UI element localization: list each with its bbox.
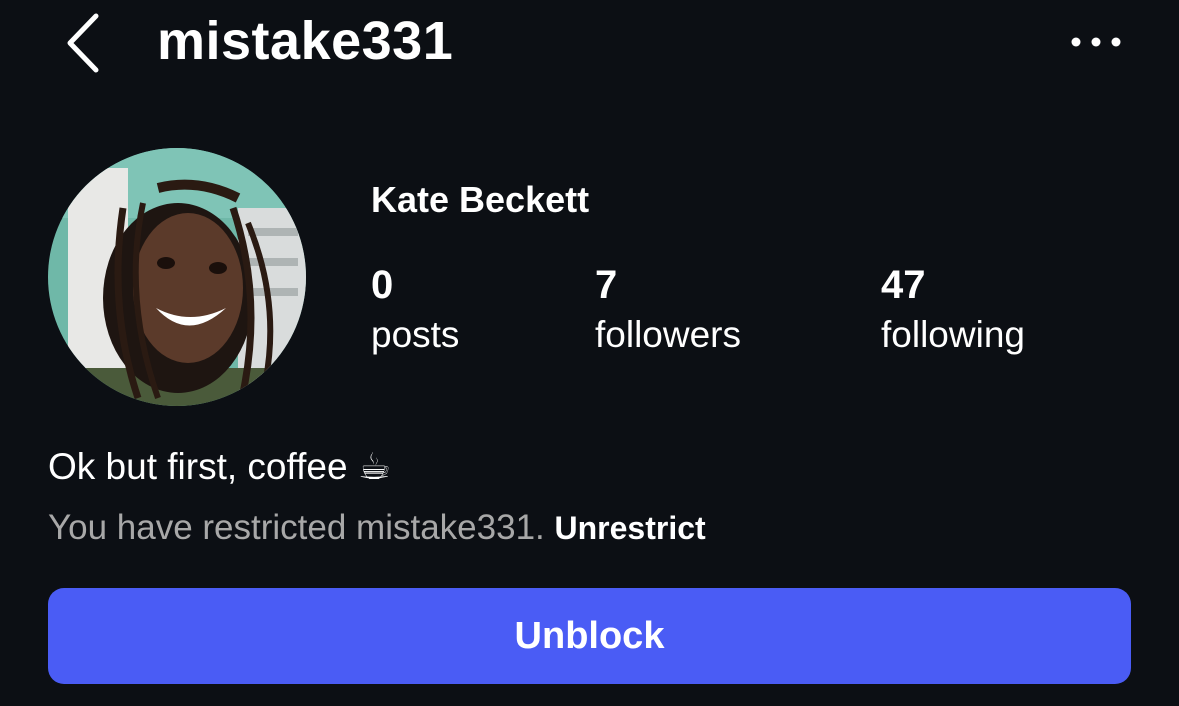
more-horizontal-icon: [1071, 37, 1121, 47]
posts-count: 0: [371, 263, 394, 307]
following-count: 47: [881, 263, 926, 307]
profile-photo: [48, 148, 306, 406]
posts-stat[interactable]: 0 posts: [371, 262, 459, 358]
profile-screen: mistake331 Kate Beckett 0 posts 7 follow…: [0, 0, 1179, 706]
unrestrict-link[interactable]: Unrestrict: [555, 510, 706, 546]
bio-text: Ok but first, coffee ☕: [48, 446, 392, 487]
display-name: Kate Beckett: [371, 179, 590, 220]
followers-label: followers: [595, 314, 741, 355]
chevron-left-icon: [67, 13, 99, 73]
restrict-notice-text: You have restricted mistake331.: [48, 508, 545, 547]
followers-count: 7: [595, 263, 618, 307]
restrict-notice: You have restricted mistake331. Unrestri…: [48, 506, 706, 550]
unblock-button-label: Unblock: [514, 614, 665, 657]
unblock-button[interactable]: Unblock: [48, 588, 1131, 684]
more-options-button[interactable]: [1066, 26, 1126, 58]
following-label: following: [881, 314, 1025, 355]
posts-label: posts: [371, 314, 460, 355]
following-stat[interactable]: 47 following: [881, 262, 1025, 358]
followers-stat[interactable]: 7 followers: [595, 262, 741, 358]
avatar[interactable]: [48, 148, 306, 406]
back-button[interactable]: [60, 10, 108, 76]
header-username: mistake331: [157, 11, 454, 71]
